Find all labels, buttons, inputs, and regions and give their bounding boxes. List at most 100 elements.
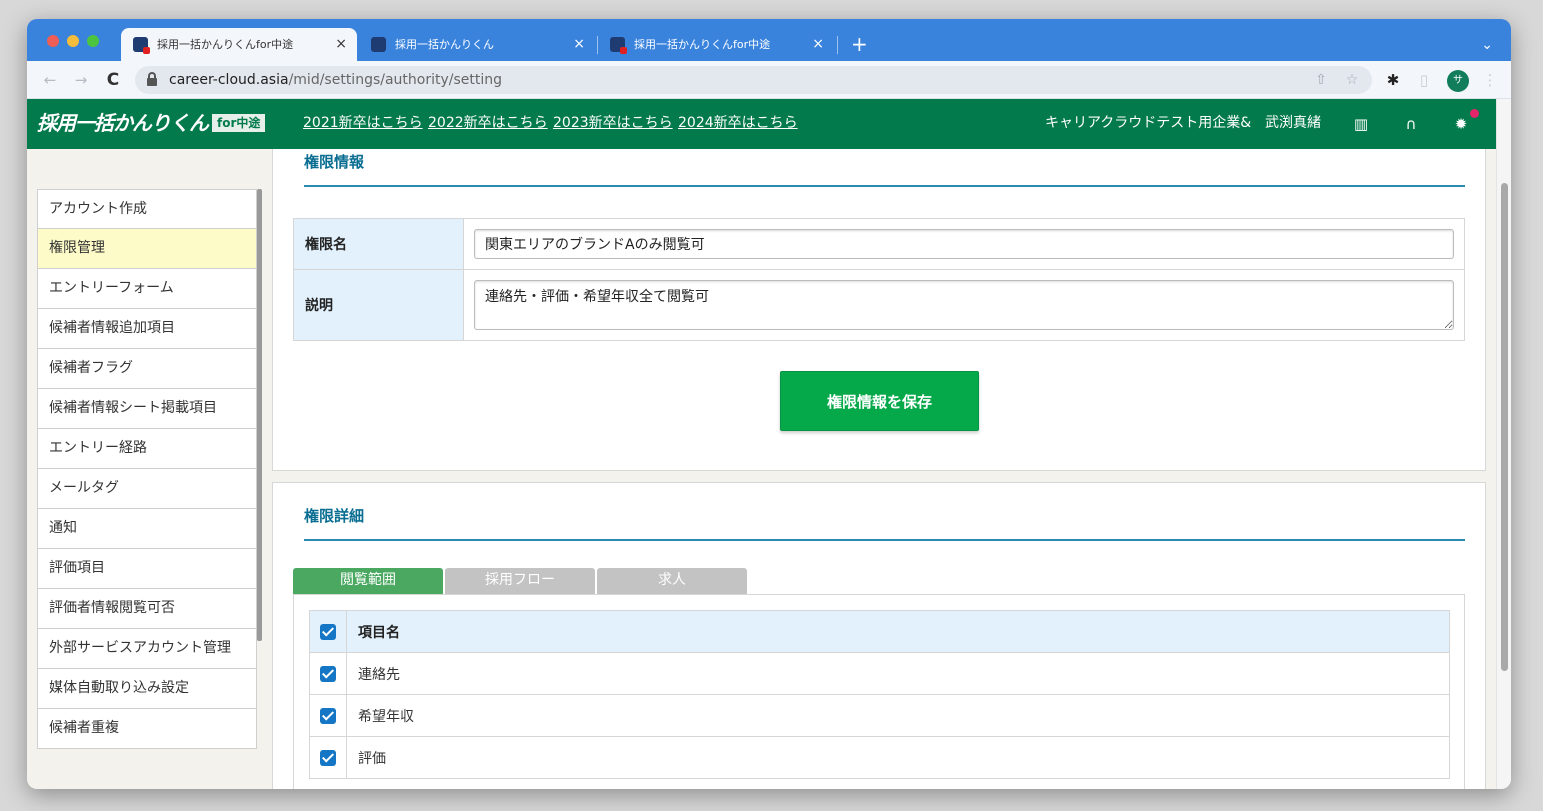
bookmark-star-icon[interactable]: ☆ (1341, 68, 1363, 92)
checkbox-cell (309, 736, 347, 779)
notification-badge (1470, 109, 1479, 118)
checkbox-cell (309, 652, 347, 695)
support-headset-icon[interactable]: ∩ (1399, 112, 1423, 136)
column-header: 項目名 (346, 610, 1450, 653)
select-all-checkbox[interactable] (320, 623, 336, 640)
forward-icon[interactable]: → (70, 69, 92, 91)
sidebar-item-candidate-fields[interactable]: 候補者情報追加項目 (37, 309, 257, 349)
window-close-button[interactable] (47, 35, 59, 47)
field-cell (463, 218, 1465, 270)
authority-name-input[interactable] (474, 229, 1454, 259)
checkbox-cell (309, 694, 347, 737)
field-cell: 連絡先・評価・希望年収全て閲覧可 (463, 269, 1465, 341)
window-minimize-button[interactable] (67, 35, 79, 47)
tab-job-posting[interactable]: 求人 (597, 568, 747, 595)
table-header-row: 項目名 (309, 610, 1450, 653)
contact-checkbox[interactable] (320, 665, 336, 682)
sidebar-item-candidate-flags[interactable]: 候補者フラグ (37, 349, 257, 389)
tab-search-icon[interactable]: ⌄ (1481, 29, 1493, 62)
table-row: 希望年収 (309, 694, 1450, 737)
app-favicon-icon (610, 37, 627, 54)
tab-separator (837, 36, 838, 54)
browser-tab-2[interactable]: 採用一括かんりくん × (359, 28, 595, 61)
user-name[interactable]: 武渕真緒 (1265, 114, 1321, 132)
manual-book-icon[interactable]: ▥ (1349, 112, 1373, 136)
settings-gear-icon[interactable]: ✹ (1449, 112, 1473, 136)
authority-form: 権限名 説明 連絡先・評価・希望年収全て閲覧可 (293, 218, 1465, 341)
company-name: キャリアクラウドテスト用企業& (1045, 115, 1252, 131)
evaluation-checkbox[interactable] (320, 749, 336, 766)
sidebar-item-evaluator-view[interactable]: 評価者情報閲覧可否 (37, 589, 257, 629)
close-icon[interactable]: × (812, 28, 824, 61)
link-2021-newgrad[interactable]: 2021新卒はこちら (303, 114, 423, 132)
link-2022-newgrad[interactable]: 2022新卒はこちら (428, 114, 548, 132)
logo-text: 採用一括かんりくん (37, 111, 209, 135)
view-scope-tab-body: 項目名 連絡先 希望年収 評価 (293, 594, 1465, 789)
authority-description-input[interactable]: 連絡先・評価・希望年収全て閲覧可 (474, 280, 1454, 330)
link-2024-newgrad[interactable]: 2024新卒はこちら (678, 114, 798, 132)
link-2023-newgrad[interactable]: 2023新卒はこちら (553, 114, 673, 132)
table-row: 評価 (309, 736, 1450, 779)
address-bar[interactable]: career-cloud.asia/mid/settings/authority… (135, 66, 1372, 94)
side-panel-icon[interactable]: ▯ (1413, 69, 1435, 91)
share-icon[interactable]: ⇧ (1310, 68, 1332, 92)
sidebar-item-media-import[interactable]: 媒体自動取り込み設定 (37, 669, 257, 709)
lock-icon (147, 72, 157, 86)
sidebar-item-authority[interactable]: 権限管理 (37, 229, 257, 269)
desired-salary-checkbox[interactable] (320, 707, 336, 724)
view-scope-table: 項目名 連絡先 希望年収 評価 (309, 610, 1450, 779)
page-scrollbar-thumb[interactable] (1501, 183, 1508, 671)
sidebar-item-evaluation[interactable]: 評価項目 (37, 549, 257, 589)
sidebar-item-notification[interactable]: 通知 (37, 509, 257, 549)
section-title: 権限情報 (304, 149, 1465, 187)
reload-icon[interactable]: C (102, 69, 124, 91)
logo-tag: for中途 (212, 114, 266, 132)
profile-avatar[interactable]: サ (1447, 70, 1469, 92)
close-icon[interactable]: × (573, 28, 585, 61)
settings-sidebar: アカウント作成 権限管理 エントリーフォーム 候補者情報追加項目 候補者フラグ … (37, 189, 257, 789)
sidebar-item-candidate-sheet[interactable]: 候補者情報シート掲載項目 (37, 389, 257, 429)
browser-tab-strip: 採用一括かんりくんfor中途 × 採用一括かんりくん × 採用一括かんりくんfo… (27, 19, 1511, 61)
item-name: 評価 (346, 736, 1450, 779)
url-text: career-cloud.asia/mid/settings/authority… (169, 66, 502, 94)
app-logo[interactable]: 採用一括かんりくん for中途 (37, 109, 266, 137)
new-tab-button[interactable]: + (851, 28, 868, 61)
field-label: 説明 (293, 269, 464, 341)
browser-tab-1[interactable]: 採用一括かんりくんfor中途 × (121, 28, 357, 61)
extensions-icon[interactable]: ✱ (1382, 69, 1404, 91)
tab-title: 採用一括かんりくん (395, 38, 494, 51)
tab-title: 採用一括かんりくんfor中途 (634, 38, 771, 51)
app-header: 採用一括かんりくん for中途 2021新卒はこちら 2022新卒はこちら 202… (27, 99, 1496, 149)
table-row: 連絡先 (309, 652, 1450, 695)
item-name: 希望年収 (346, 694, 1450, 737)
tab-recruitment-flow[interactable]: 採用フロー (445, 568, 595, 595)
field-label: 権限名 (293, 218, 464, 270)
browser-menu-icon[interactable]: ⋮ (1479, 69, 1501, 91)
select-all-cell (309, 610, 347, 653)
sidebar-scrollbar[interactable] (257, 189, 262, 641)
sidebar-item-account-create[interactable]: アカウント作成 (37, 189, 257, 229)
app-favicon-icon (133, 37, 150, 54)
tab-view-scope[interactable]: 閲覧範囲 (293, 568, 443, 595)
browser-tab-3[interactable]: 採用一括かんりくんfor中途 × (598, 28, 834, 61)
save-authority-button[interactable]: 権限情報を保存 (780, 371, 979, 431)
url-path: /mid/settings/authority/setting (288, 72, 503, 88)
section-title: 権限詳細 (304, 503, 1465, 541)
sidebar-item-entry-route[interactable]: エントリー経路 (37, 429, 257, 469)
back-icon[interactable]: ← (39, 69, 61, 91)
page-scrollbar[interactable] (1496, 99, 1511, 789)
sidebar-item-external-accounts[interactable]: 外部サービスアカウント管理 (37, 629, 257, 669)
sidebar-item-entry-form[interactable]: エントリーフォーム (37, 269, 257, 309)
close-icon[interactable]: × (335, 28, 347, 61)
window-zoom-button[interactable] (87, 35, 99, 47)
browser-window: 採用一括かんりくんfor中途 × 採用一括かんりくん × 採用一括かんりくんfo… (27, 19, 1511, 789)
app-favicon-icon (371, 37, 386, 52)
url-host: career-cloud.asia (169, 72, 289, 88)
authority-detail-panel: 権限詳細 閲覧範囲 採用フロー 求人 項目名 連絡先 希望年収 評価 (272, 482, 1486, 789)
sidebar-item-duplicate[interactable]: 候補者重複 (37, 709, 257, 749)
browser-toolbar: ← → C career-cloud.asia/mid/settings/aut… (27, 61, 1511, 99)
authority-info-panel: 権限情報 権限名 説明 連絡先・評価・希望年収全て閲覧可 権限情報を保存 (272, 149, 1486, 471)
tab-title: 採用一括かんりくんfor中途 (157, 38, 294, 51)
sidebar-item-mail-tag[interactable]: メールタグ (37, 469, 257, 509)
item-name: 連絡先 (346, 652, 1450, 695)
